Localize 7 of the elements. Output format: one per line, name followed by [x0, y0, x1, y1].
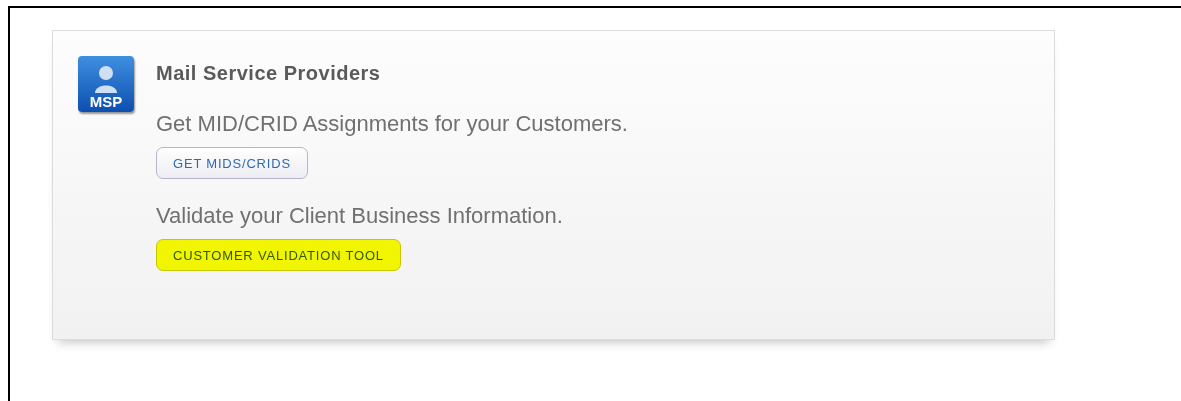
action-button[interactable]: GET MIDS/CRIDS	[156, 147, 308, 179]
description-text: Get MID/CRID Assignments for your Customers.	[156, 111, 628, 137]
person-icon	[94, 65, 118, 93]
panel-title: Mail Service Providers	[156, 62, 382, 85]
description-text: Validate your Client Business Information.	[156, 203, 564, 229]
icon-label: MSP	[89, 94, 123, 112]
action-button[interactable]: CUSTOMER VALIDATION TOOL	[156, 239, 401, 271]
